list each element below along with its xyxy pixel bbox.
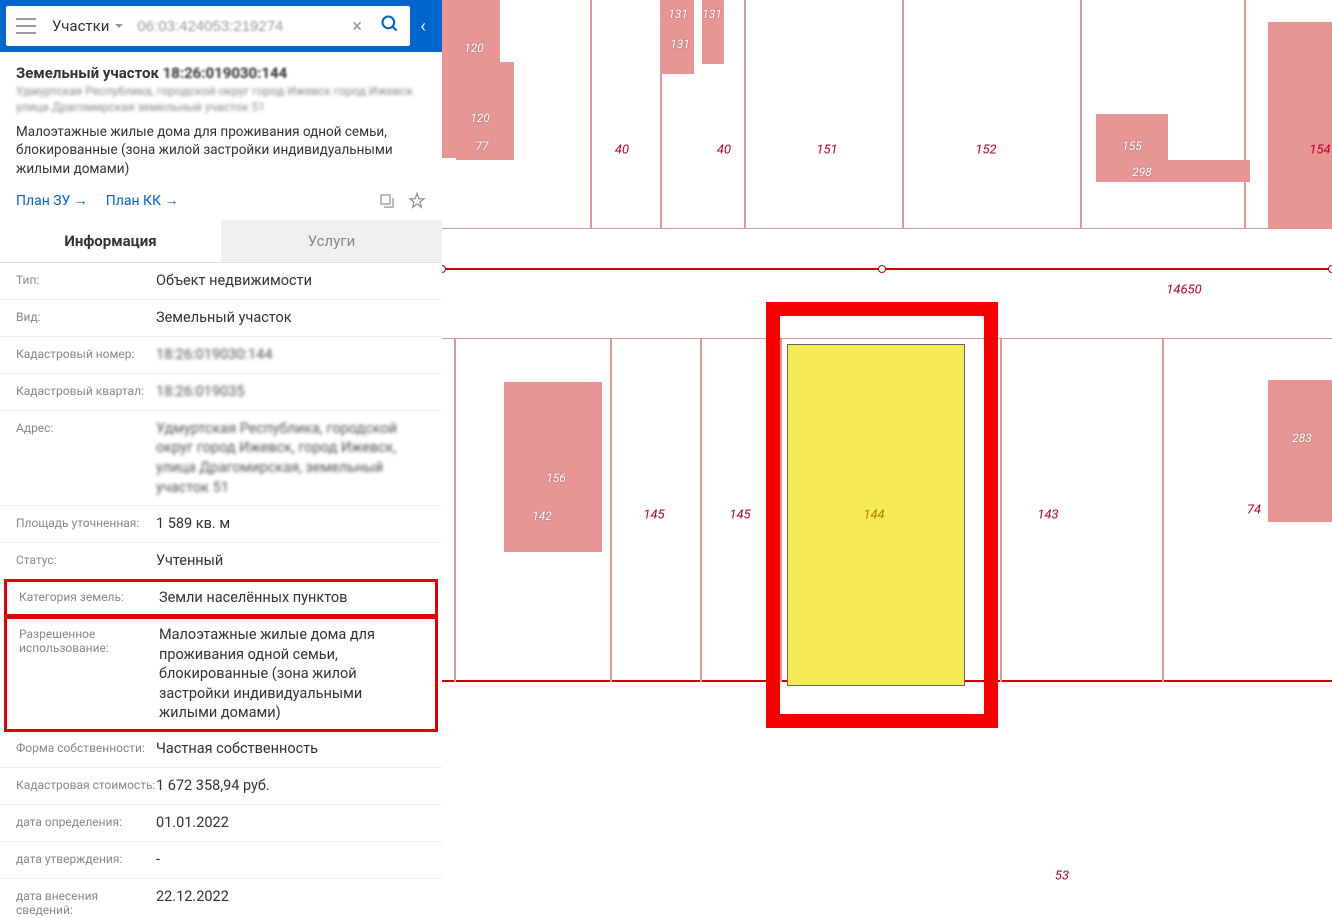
info-panel: Тип:Объект недвижимости Вид:Земельный уч…	[0, 263, 442, 918]
tabs: Информация Услуги	[0, 220, 442, 263]
row-cost: Кадастровая стоимость:1 672 358,94 руб.	[0, 768, 442, 805]
expand-icon[interactable]	[378, 192, 396, 210]
search-box: Участки ×	[6, 6, 410, 46]
road-label: 14650	[1166, 283, 1201, 298]
row-ddef: дата определения:01.01.2022	[0, 805, 442, 842]
tab-services[interactable]: Услуги	[221, 220, 442, 262]
plan-kk-link[interactable]: План КК →	[106, 192, 179, 209]
row-cadnum: Кадастровый номер:18:26:019030:144	[0, 337, 442, 374]
menu-icon[interactable]	[16, 18, 36, 34]
row-dent: дата внесения сведений:22.12.2022	[0, 879, 442, 918]
search-icon[interactable]	[370, 14, 410, 38]
row-dappr: дата утверждения:-	[0, 842, 442, 879]
road-node	[1328, 265, 1332, 273]
map-building	[1268, 380, 1332, 522]
row-cadq: Кадастровый квартал:18:26:019035	[0, 374, 442, 411]
clear-icon[interactable]: ×	[344, 16, 370, 37]
header-action-icons	[378, 192, 426, 210]
object-subtitle: Удмуртская Республика, городской округ г…	[16, 84, 426, 115]
row-kind: Вид:Земельный участок	[0, 300, 442, 337]
star-icon[interactable]	[408, 192, 426, 210]
collapse-icon[interactable]: ‹	[410, 16, 436, 37]
search-bar: Участки × ‹	[0, 0, 442, 52]
tab-info[interactable]: Информация	[0, 220, 221, 262]
selected-parcel-highlight	[766, 302, 998, 728]
road-node	[878, 265, 886, 273]
search-input[interactable]	[129, 18, 344, 35]
object-title: Земельный участок 18:26:019030:144	[16, 64, 426, 82]
row-addr: Адрес:Удмуртская Республика, городской о…	[0, 411, 442, 506]
sidebar-panel: Участки × ‹ Земельный участок 18:26:0190…	[0, 0, 442, 918]
map-building	[1102, 160, 1250, 182]
plan-zu-link[interactable]: План ЗУ →	[16, 192, 88, 209]
row-category: Категория земель:Земли населённых пункто…	[4, 579, 438, 617]
cadastral-map[interactable]: 120 120 77 131 131 131 155 298 283 156 1…	[442, 0, 1332, 918]
row-use: Разрешенное использование:Малоэтажные жи…	[4, 616, 438, 732]
object-description: Малоэтажные жилые дома для проживания од…	[16, 123, 426, 178]
row-own: Форма собственности:Частная собственност…	[0, 731, 442, 768]
row-type: Тип:Объект недвижимости	[0, 263, 442, 300]
road-node	[442, 265, 446, 273]
search-type-dropdown[interactable]: Участки	[46, 17, 129, 35]
links-row: План ЗУ → План КК →	[0, 186, 442, 220]
row-area: Площадь уточненная:1 589 кв. м	[0, 506, 442, 543]
map-building	[1268, 22, 1332, 228]
row-status: Статус:Учтенный	[0, 543, 442, 580]
object-header: Земельный участок 18:26:019030:144 Удмур…	[0, 52, 442, 186]
